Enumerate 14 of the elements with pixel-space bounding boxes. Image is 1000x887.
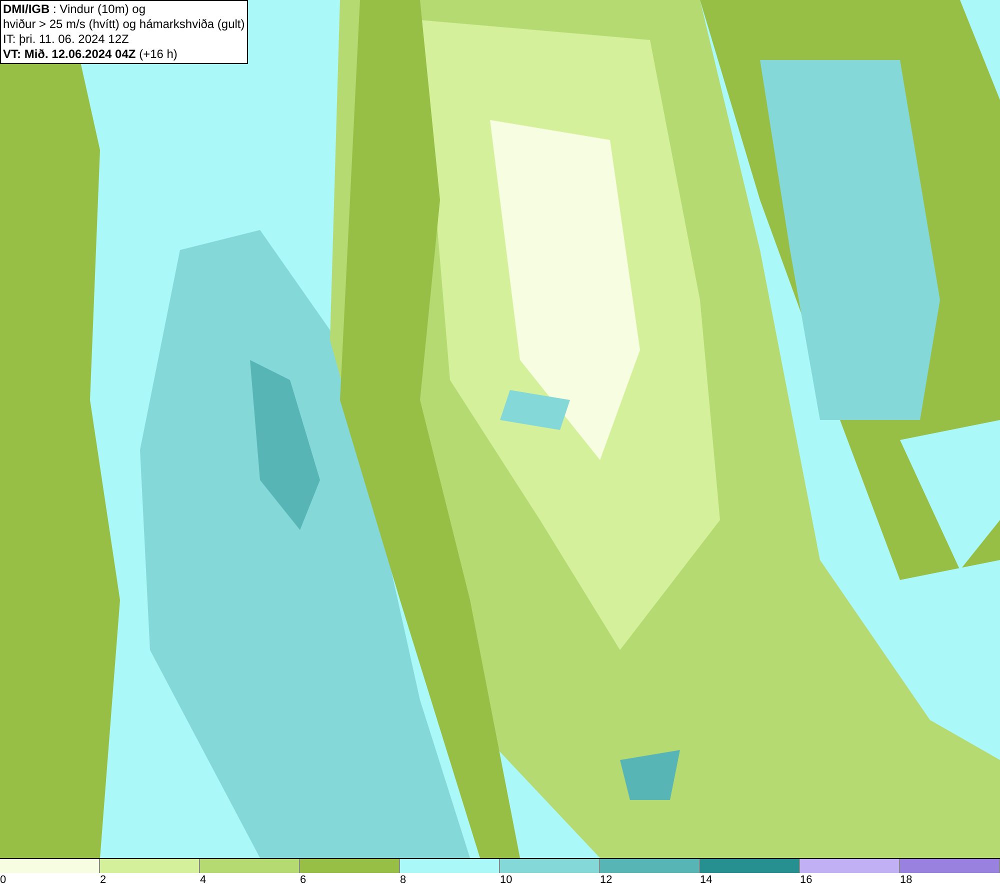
legend-label: 0 (0, 873, 6, 887)
legend-label: 4 (200, 873, 206, 887)
legend-label: 8 (400, 873, 406, 887)
legend-label: 18 (900, 873, 912, 887)
legend-label: 14 (700, 873, 712, 887)
info-text: DMI/IGB : Vindur (10m) og (3, 2, 146, 17)
legend-label: 16 (800, 873, 812, 887)
info-text: hviður > 25 m/s (hvítt) og hámarkshviða (gult) (3, 17, 245, 32)
info-text: VT: Mið. 12.06.2024 04Z (+16 h) (3, 47, 178, 62)
legend-label: 10 (500, 873, 512, 887)
legend-label: 6 (300, 873, 306, 887)
legend-label: 12 (600, 873, 612, 887)
info-text: IT: þri. 11. 06. 2024 12Z (3, 32, 130, 47)
legend-label: 2 (100, 873, 106, 887)
